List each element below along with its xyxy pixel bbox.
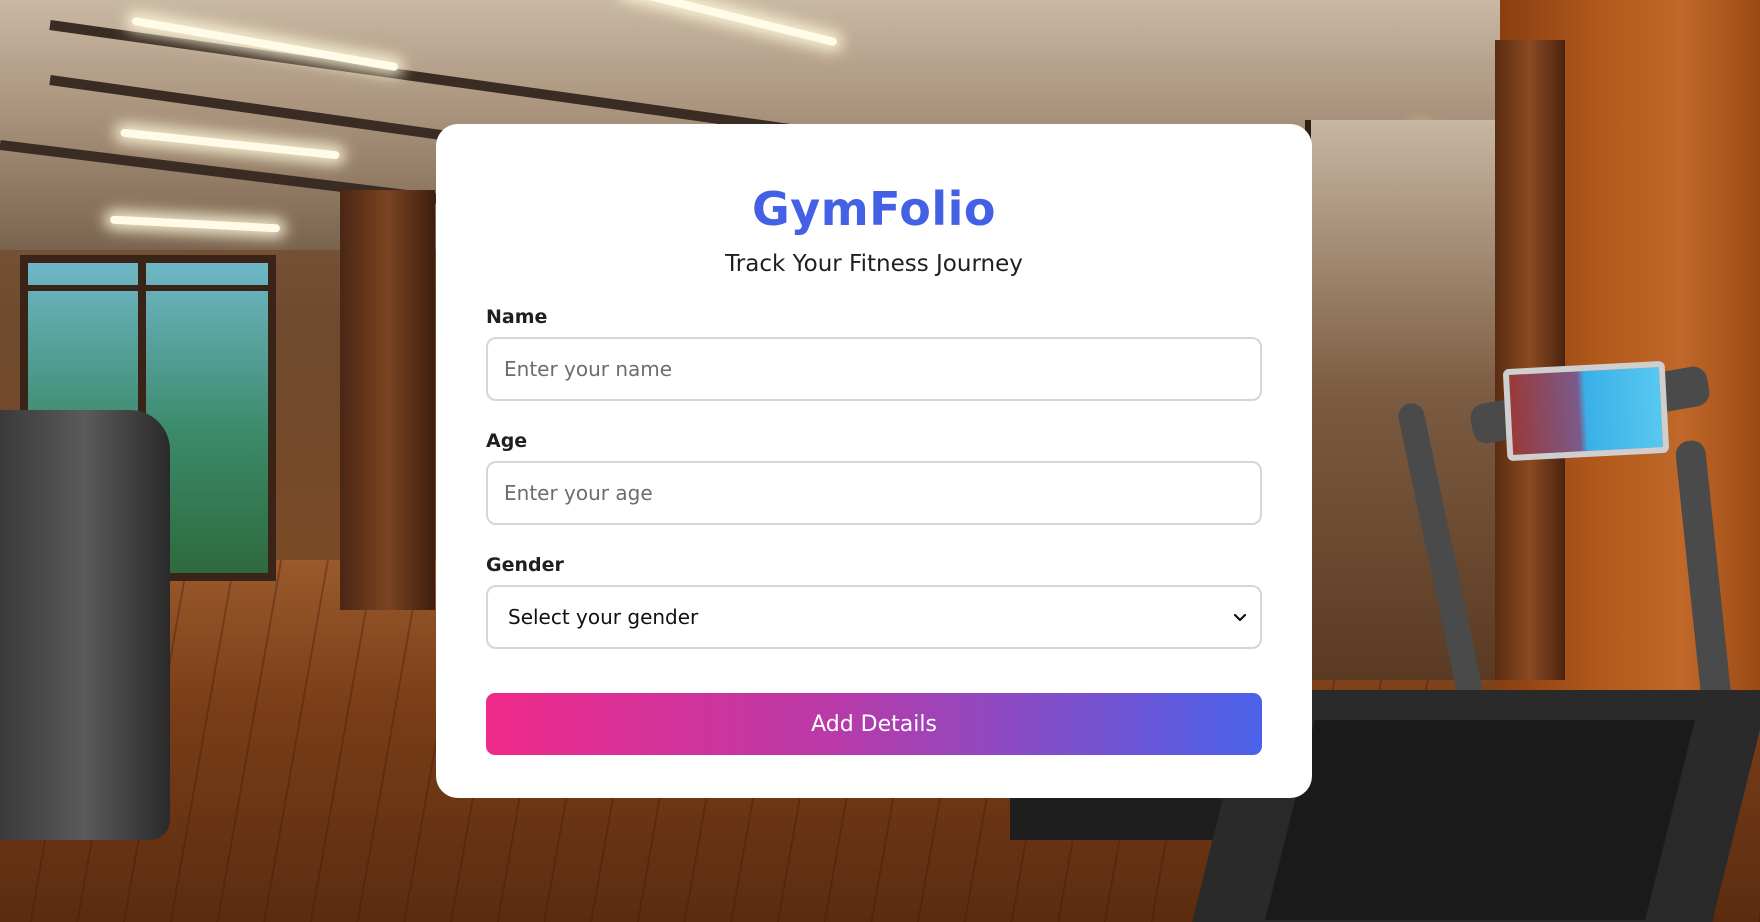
gender-select[interactable]: Select your gender: [486, 585, 1262, 649]
wood-pillar: [340, 190, 435, 610]
mirror-wall: [1305, 120, 1506, 680]
name-input[interactable]: [486, 337, 1262, 401]
details-form-card: GymFolio Track Your Fitness Journey Name…: [436, 124, 1312, 798]
weight-machine: [0, 410, 170, 840]
chevron-down-icon: [1233, 613, 1247, 622]
wood-pillar: [1495, 40, 1565, 680]
treadmill-belt: [1265, 720, 1695, 920]
treadmill-screen: [1502, 360, 1670, 462]
app-brand-title: GymFolio: [752, 182, 996, 236]
gender-label: Gender: [486, 554, 564, 576]
age-label: Age: [486, 430, 528, 452]
app-tagline: Track Your Fitness Journey: [725, 251, 1023, 277]
name-label: Name: [486, 306, 548, 328]
age-input[interactable]: [486, 461, 1262, 525]
add-details-button[interactable]: Add Details: [486, 693, 1262, 755]
gender-select-value: Select your gender: [508, 605, 699, 629]
